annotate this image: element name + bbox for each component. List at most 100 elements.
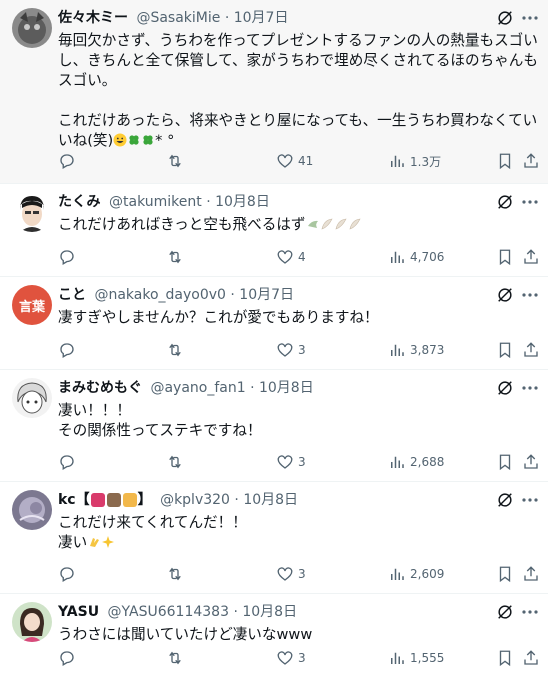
share-button[interactable] xyxy=(522,452,540,472)
avatar[interactable] xyxy=(12,490,52,530)
views-button[interactable]: 1,555 xyxy=(388,648,444,668)
author-handle[interactable]: @takumikent xyxy=(109,194,202,210)
more-icon[interactable] xyxy=(520,602,540,622)
reply-button[interactable] xyxy=(58,151,76,171)
author-handle[interactable]: @kplv320 xyxy=(160,492,230,508)
retweet-icon xyxy=(169,154,181,168)
author-name-tail: 】 xyxy=(137,492,152,508)
views-button[interactable]: 2,609 xyxy=(388,564,444,584)
like-count: 3 xyxy=(298,343,306,357)
more-icon[interactable] xyxy=(520,490,540,510)
grok-icon[interactable] xyxy=(496,9,514,27)
reply-item[interactable]: たくみ @takumikent · 10月8日 これだけあればきっと空も飛べるは… xyxy=(0,184,548,277)
reply-text: 毎回欠かさず、うちわを作ってプレゼントするファンの人の熱量もスゴいし、きちんと全… xyxy=(58,31,540,151)
views-button[interactable]: 1.3万 xyxy=(388,151,441,171)
retweet-button[interactable] xyxy=(166,340,184,360)
share-button[interactable] xyxy=(522,247,540,267)
author-name[interactable]: たくみ xyxy=(58,194,101,210)
timestamp[interactable]: 10月8日 xyxy=(259,380,314,396)
like-button[interactable]: 41 xyxy=(276,151,313,171)
grok-icon[interactable] xyxy=(496,603,514,621)
bookmark-button[interactable] xyxy=(496,452,514,472)
like-button[interactable]: 4 xyxy=(276,247,306,267)
share-icon xyxy=(524,566,538,581)
author-name[interactable]: まみむめもぐ xyxy=(58,380,142,396)
reply-item[interactable]: まみむめもぐ @ayano_fan1 · 10月8日 凄い！！！ その関係性って… xyxy=(0,370,548,482)
grok-icon[interactable] xyxy=(496,491,514,509)
bookmark-button[interactable] xyxy=(496,648,514,668)
separator: · xyxy=(230,287,235,303)
timestamp[interactable]: 10月7日 xyxy=(239,287,294,303)
bookmark-button[interactable] xyxy=(496,340,514,360)
retweet-button[interactable] xyxy=(166,151,184,171)
avatar[interactable] xyxy=(12,192,52,232)
author-handle[interactable]: @nakako_dayo0v0 xyxy=(94,287,225,303)
author-handle[interactable]: @ayano_fan1 xyxy=(150,380,245,396)
separator: · xyxy=(234,492,239,508)
reply-item[interactable]: YASU @YASU66114383 · 10月8日 うわさには聞いていたけど凄… xyxy=(0,594,548,676)
reply-text-main: これだけあればきっと空も飛べるはず xyxy=(58,216,306,233)
author-handle[interactable]: @SasakiMie xyxy=(136,10,220,26)
grok-icon[interactable] xyxy=(496,286,514,304)
avatar[interactable] xyxy=(12,8,52,48)
bookmark-button[interactable] xyxy=(496,564,514,584)
wing-emoji-icon xyxy=(334,217,348,231)
more-icon[interactable] xyxy=(520,378,540,398)
sloth-emoji-icon xyxy=(106,493,121,507)
clapping-emoji-icon xyxy=(87,535,101,549)
reply-text: これだけ来てくれてんだ！！ 凄い xyxy=(58,513,540,553)
bookmark-button[interactable] xyxy=(496,247,514,267)
retweet-button[interactable] xyxy=(166,247,184,267)
grok-icon[interactable] xyxy=(496,193,514,211)
author-name[interactable]: YASU xyxy=(58,604,99,620)
timestamp[interactable]: 10月7日 xyxy=(234,10,289,26)
author-name[interactable]: こと xyxy=(58,287,86,303)
reply-button[interactable] xyxy=(58,247,76,267)
heart-icon xyxy=(277,567,293,581)
retweet-button[interactable] xyxy=(166,564,184,584)
like-button[interactable]: 3 xyxy=(276,340,306,360)
reply-item[interactable]: 言葉 こと @nakako_dayo0v0 · 10月7日 凄すぎやしませんか？… xyxy=(0,277,548,370)
author-handle[interactable]: @YASU66114383 xyxy=(108,604,229,620)
views-button[interactable]: 3,873 xyxy=(388,340,444,360)
pancake-emoji-icon xyxy=(122,493,137,507)
reply-icon xyxy=(60,343,74,358)
reply-text: 凄い！！！ その関係性ってステキですね！ xyxy=(58,402,262,439)
author-name[interactable]: 佐々木ミー xyxy=(58,10,128,26)
avatar[interactable] xyxy=(12,378,52,418)
timestamp[interactable]: 10月8日 xyxy=(215,194,270,210)
reply-item[interactable]: kc【 】 @kplv320 · 10月8日 これだけ来てくれてんだ！！ 凄い 3… xyxy=(0,482,548,594)
avatar[interactable] xyxy=(12,602,52,642)
retweet-icon xyxy=(169,455,181,469)
share-button[interactable] xyxy=(522,648,540,668)
like-button[interactable]: 3 xyxy=(276,648,306,668)
grok-icon[interactable] xyxy=(496,379,514,397)
more-icon[interactable] xyxy=(520,285,540,305)
author-name[interactable]: kc【 xyxy=(58,492,90,508)
retweet-button[interactable] xyxy=(166,648,184,668)
more-icon[interactable] xyxy=(520,192,540,212)
share-button[interactable] xyxy=(522,564,540,584)
reply-button[interactable] xyxy=(58,452,76,472)
like-button[interactable]: 3 xyxy=(276,564,306,584)
timestamp[interactable]: 10月8日 xyxy=(243,492,298,508)
reply-button[interactable] xyxy=(58,340,76,360)
action-bar: 41 1.3万 xyxy=(58,151,540,171)
reply-button[interactable] xyxy=(58,648,76,668)
action-bar: 3 2,609 xyxy=(58,564,540,584)
views-icon xyxy=(391,652,404,664)
timestamp[interactable]: 10月8日 xyxy=(242,604,297,620)
views-button[interactable]: 4,706 xyxy=(388,247,444,267)
avatar[interactable]: 言葉 xyxy=(12,285,52,325)
bookmark-button[interactable] xyxy=(496,151,514,171)
like-button[interactable]: 3 xyxy=(276,452,306,472)
reply-item[interactable]: 佐々木ミー @SasakiMie · 10月7日 毎回欠かさず、うちわを作ってプ… xyxy=(0,0,548,184)
views-button[interactable]: 2,688 xyxy=(388,452,444,472)
avatar-text: 言葉 xyxy=(18,299,45,315)
share-button[interactable] xyxy=(522,340,540,360)
reply-button[interactable] xyxy=(58,564,76,584)
share-button[interactable] xyxy=(522,151,540,171)
more-icon[interactable] xyxy=(520,8,540,28)
retweet-button[interactable] xyxy=(166,452,184,472)
heart-icon xyxy=(277,154,293,168)
